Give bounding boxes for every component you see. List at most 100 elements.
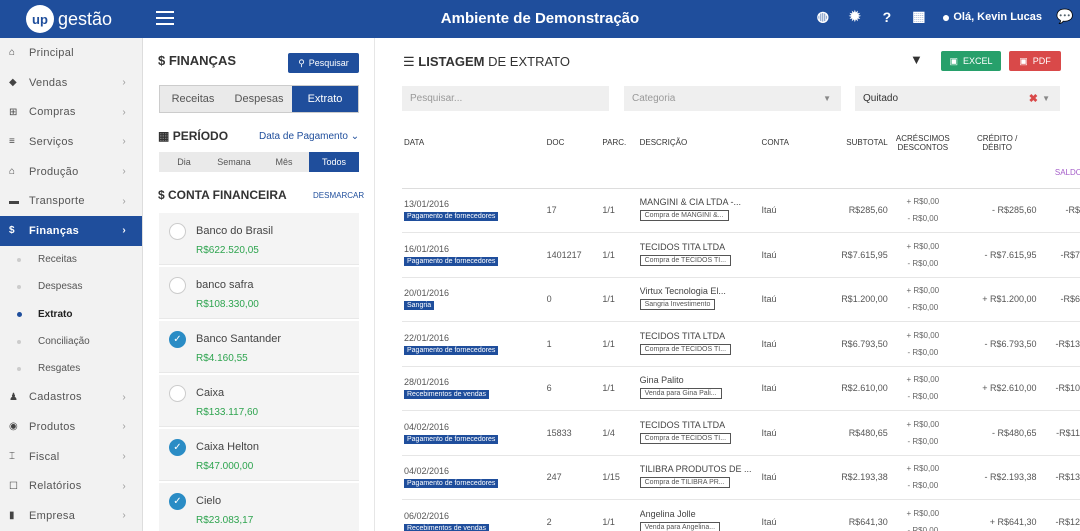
table-row[interactable]: 04/02/2016 Pagamento de fornecedores 247 1/…	[402, 455, 1080, 500]
unchecked-circle-icon[interactable]	[169, 385, 186, 402]
chevron-right-icon: ›	[122, 136, 126, 148]
pdf-export-button[interactable]: ▣ PDF	[1009, 51, 1061, 71]
table-row[interactable]: 20/01/2016 Sangria 0 1/1 Virtux Tecnologia E…	[402, 277, 1080, 322]
sidebar-item-cadastros[interactable]: ♟ Cadastros ›	[0, 382, 142, 412]
table-row[interactable]: 04/02/2016 Pagamento de fornecedores 15833…	[402, 410, 1080, 456]
search-input[interactable]: Pesquisar...	[402, 86, 609, 111]
row-description-tag[interactable]: Sangria Investimento	[639, 299, 716, 311]
period-tab-dia[interactable]: Dia	[159, 152, 209, 172]
row-date: 28/01/2016	[404, 377, 450, 388]
calendar-icon: ▦	[158, 129, 170, 143]
table-row[interactable]: 28/01/2016 Recebimentos de vendas 6 1/1 Gina…	[402, 366, 1080, 411]
sidebar-item-relatórios[interactable]: ☐ Relatórios ›	[0, 471, 142, 501]
check-icon[interactable]: ✓	[169, 331, 186, 348]
globe-icon[interactable]: ◍	[814, 8, 832, 25]
row-descontos: - R$0,00	[907, 258, 939, 268]
search-button[interactable]: ⚲ Pesquisar	[288, 53, 359, 73]
chat-icon[interactable]: 💬	[1056, 8, 1074, 25]
period-tab-semana[interactable]: Semana	[209, 152, 259, 172]
row-descontos: - R$0,00	[907, 347, 939, 357]
col-subtotal[interactable]: SUBTOTAL	[824, 127, 890, 158]
help-icon[interactable]: ?	[878, 9, 896, 25]
table-row[interactable]: 22/01/2016 Pagamento de fornecedores 1 1/1 T…	[402, 321, 1080, 367]
cell-description: Virtux Tecnologia El... Sangria Investime…	[637, 277, 760, 322]
check-icon[interactable]: ✓	[169, 439, 186, 456]
status-value: Quitado	[863, 93, 899, 104]
tab-receitas[interactable]: Receitas	[160, 86, 226, 112]
col-parc[interactable]: PARC.	[600, 127, 637, 158]
sidebar-item-principal[interactable]: ⌂ Principal	[0, 38, 142, 68]
period-select[interactable]: Data de Pagamento ⌄	[259, 131, 359, 142]
col-data[interactable]: DATA	[402, 127, 545, 158]
sidebar-item-transporte[interactable]: ▬ Transporte ›	[0, 186, 142, 216]
unselect-all-link[interactable]: DESMARCAR	[313, 191, 364, 200]
row-description-tag[interactable]: Compra de TILIBRA PR...	[639, 477, 730, 489]
chart-icon: ▮	[9, 510, 15, 522]
status-select[interactable]: Quitado ✖ ▼	[855, 86, 1060, 111]
col-acrescimos[interactable]: ACRÉSCIMOS DESCONTOS	[890, 127, 956, 158]
sidebar: ⌂ Principal ◆ Vendas › ⊞ Compras › ≡ Serviços › ⌂ Pr…	[0, 38, 143, 531]
table-row[interactable]: 13/01/2016 Pagamento de fornecedores 17 1/1…	[402, 188, 1080, 233]
excel-export-button[interactable]: ▣ EXCEL	[941, 51, 1001, 71]
sidebar-item-label: Produção	[29, 165, 79, 178]
sidebar-item-serviços[interactable]: ≡ Serviços ›	[0, 127, 142, 157]
filter-icon[interactable]: ▼	[910, 52, 923, 67]
finance-panel: $ FINANÇAS ⚲ Pesquisar Receitas Despesas…	[143, 38, 375, 531]
tab-extrato[interactable]: Extrato	[292, 86, 358, 112]
period-tab-mes[interactable]: Mês	[259, 152, 309, 172]
cell-saldo: -R$7	[1038, 232, 1080, 278]
main-content: ☰ LISTAGEM DE EXTRATO ▼ ▣ EXCEL ▣ PDF Pe…	[375, 38, 1080, 531]
sidebar-item-fiscal[interactable]: ⌶ Fiscal ›	[0, 442, 142, 472]
sidebar-item-vendas[interactable]: ◆ Vendas ›	[0, 68, 142, 98]
sidebar-item-produtos[interactable]: ◉ Produtos ›	[0, 412, 142, 442]
col-conta[interactable]: CONTA	[760, 127, 824, 158]
calendar-icon[interactable]: ▦	[910, 8, 928, 25]
sidebar-subitem-receitas[interactable]: Receitas	[0, 246, 142, 273]
sidebar-subitem-despesas[interactable]: Despesas	[0, 273, 142, 300]
unchecked-circle-icon[interactable]	[169, 223, 186, 240]
sidebar-subitem-extrato[interactable]: Extrato	[0, 300, 142, 327]
sidebar-item-produção[interactable]: ⌂ Produção ›	[0, 157, 142, 187]
sidebar-item-label: Principal	[29, 46, 74, 59]
account-item[interactable]: ✓ Cielo R$23.083,17	[159, 483, 359, 531]
category-select[interactable]: Categoria ▼	[624, 86, 841, 111]
cell-doc: 15833	[544, 410, 601, 456]
sidebar-item-empresa[interactable]: ▮ Empresa ›	[0, 501, 142, 531]
row-description-tag[interactable]: Venda para Gina Pali...	[639, 388, 722, 400]
gear-icon[interactable]: ✹	[846, 8, 864, 25]
col-descricao[interactable]: DESCRIÇÃO	[638, 127, 760, 158]
account-item[interactable]: Caixa R$133.117,60	[159, 375, 359, 427]
row-description-tag[interactable]: Compra de MANGINI &...	[639, 210, 729, 222]
row-description: Virtux Tecnologia El...	[639, 286, 726, 297]
clear-icon[interactable]: ✖	[1029, 92, 1038, 105]
col-credito-line1: CRÉDITO /	[977, 133, 1018, 143]
pdf-file-icon: ▣	[1019, 55, 1028, 66]
row-description-tag[interactable]: Compra de TECIDOS TI...	[639, 432, 732, 444]
cell-description: TECIDOS TITA LTDA Compra de TECIDOS TI...	[637, 321, 760, 367]
tab-despesas[interactable]: Despesas	[226, 86, 292, 112]
sidebar-item-finanças[interactable]: $ Finanças ›	[0, 216, 142, 246]
account-item[interactable]: banco safra R$108.330,00	[159, 267, 359, 319]
listing-title: ☰ LISTAGEM DE EXTRATO	[403, 54, 570, 70]
account-item[interactable]: ✓ Caixa Helton R$47.000,00	[159, 429, 359, 481]
row-description-tag[interactable]: Compra de TECIDOS TI...	[639, 343, 732, 355]
sidebar-subitem-conciliação[interactable]: Conciliação	[0, 328, 142, 355]
account-item[interactable]: Banco do Brasil R$622.520,05	[159, 213, 359, 265]
period-tab-todos[interactable]: Todos	[309, 152, 359, 172]
cell-credit-debit: + R$641,30	[955, 499, 1039, 531]
check-icon[interactable]: ✓	[169, 493, 186, 510]
row-description-tag[interactable]: Venda para Angelina...	[639, 521, 721, 531]
col-credito[interactable]: CRÉDITO / DÉBITO	[956, 127, 1039, 158]
top-icons: ◍ ✹ ? ▦ ● Olá, Kevin Lucas 💬	[814, 8, 1074, 25]
user-menu[interactable]: ● Olá, Kevin Lucas	[942, 9, 1042, 25]
table-row[interactable]: 06/02/2016 Recebimentos de vendas 2 1/1 Ange…	[402, 499, 1080, 531]
table-row[interactable]: 16/01/2016 Pagamento de fornecedores 14012…	[402, 232, 1080, 278]
cell-doc: 0	[544, 277, 601, 322]
sidebar-item-compras[interactable]: ⊞ Compras ›	[0, 97, 142, 127]
col-doc[interactable]: DOC	[545, 127, 601, 158]
saldo-label: SALDO	[402, 158, 1080, 189]
unchecked-circle-icon[interactable]	[169, 277, 186, 294]
sidebar-subitem-resgates[interactable]: Resgates	[0, 355, 142, 382]
row-description-tag[interactable]: Compra de TECIDOS TI...	[639, 254, 732, 266]
account-item[interactable]: ✓ Banco Santander R$4.160,55	[159, 321, 359, 373]
